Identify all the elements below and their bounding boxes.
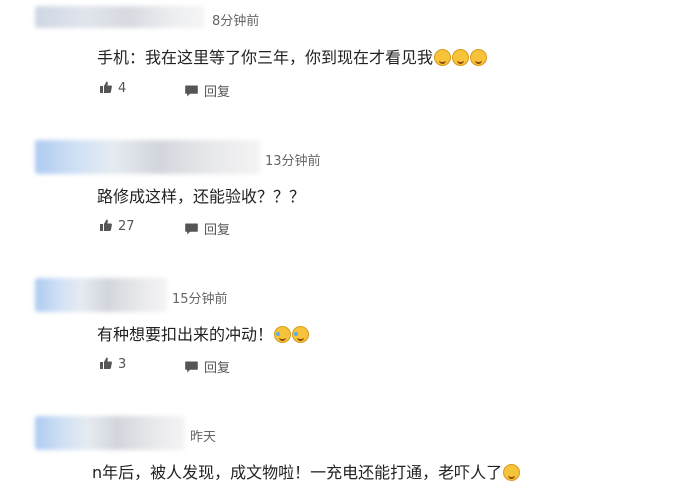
reply-button[interactable]: 回复 xyxy=(185,357,230,376)
reply-label: 回复 xyxy=(204,361,231,376)
emoji-icon xyxy=(274,326,292,343)
comment-time: 13分钟前 xyxy=(265,154,321,169)
like-count: 27 xyxy=(118,219,135,234)
thumbs-up-icon xyxy=(100,219,112,231)
reply-button[interactable]: 回复 xyxy=(185,81,230,100)
comment-text: 有种想要扣出来的冲动！ xyxy=(97,321,310,345)
emoji-icon xyxy=(470,49,488,66)
reply-label: 回复 xyxy=(204,223,231,238)
blurred-user-info xyxy=(35,6,205,28)
emoji-icon xyxy=(452,49,470,66)
thumbs-up-icon xyxy=(100,81,112,93)
reply-label: 回复 xyxy=(204,85,231,100)
blurred-user-info xyxy=(35,278,167,312)
comment-text-content: 路修成这样，还能验收？？？ xyxy=(97,187,306,206)
blurred-user-info xyxy=(35,416,185,450)
speech-bubble-icon xyxy=(185,223,198,235)
like-button[interactable]: 3 xyxy=(100,357,126,372)
comment-text: 路修成这样，还能验收？？？ xyxy=(97,183,305,207)
comment-time: 8分钟前 xyxy=(212,14,260,29)
like-button[interactable]: 4 xyxy=(100,81,126,96)
comment-text-content: 手机：我在这里等了你三年，你到现在才看见我 xyxy=(97,48,434,67)
thumbs-up-icon xyxy=(100,357,112,369)
speech-bubble-icon xyxy=(185,85,198,97)
like-count: 3 xyxy=(118,357,127,372)
emoji-icon xyxy=(503,464,521,481)
emoji-icon xyxy=(434,49,452,66)
emoji-icon xyxy=(292,326,310,343)
comment-time: 昨天 xyxy=(190,430,217,445)
reply-button[interactable]: 回复 xyxy=(185,219,230,238)
blurred-user-info xyxy=(35,140,260,174)
comment-text: 手机：我在这里等了你三年，你到现在才看见我 xyxy=(97,44,488,68)
comment-text: n年后，被人发现，成文物啦！一充电还能打通，老吓人了 xyxy=(92,459,521,483)
like-button[interactable]: 27 xyxy=(100,219,135,234)
comment-time: 15分钟前 xyxy=(172,292,228,307)
speech-bubble-icon xyxy=(185,361,198,373)
like-count: 4 xyxy=(118,81,127,96)
comment-text-content: 有种想要扣出来的冲动！ xyxy=(97,325,274,344)
comment-text-content: n年后，被人发现，成文物啦！一充电还能打通，老吓人了 xyxy=(92,463,503,482)
